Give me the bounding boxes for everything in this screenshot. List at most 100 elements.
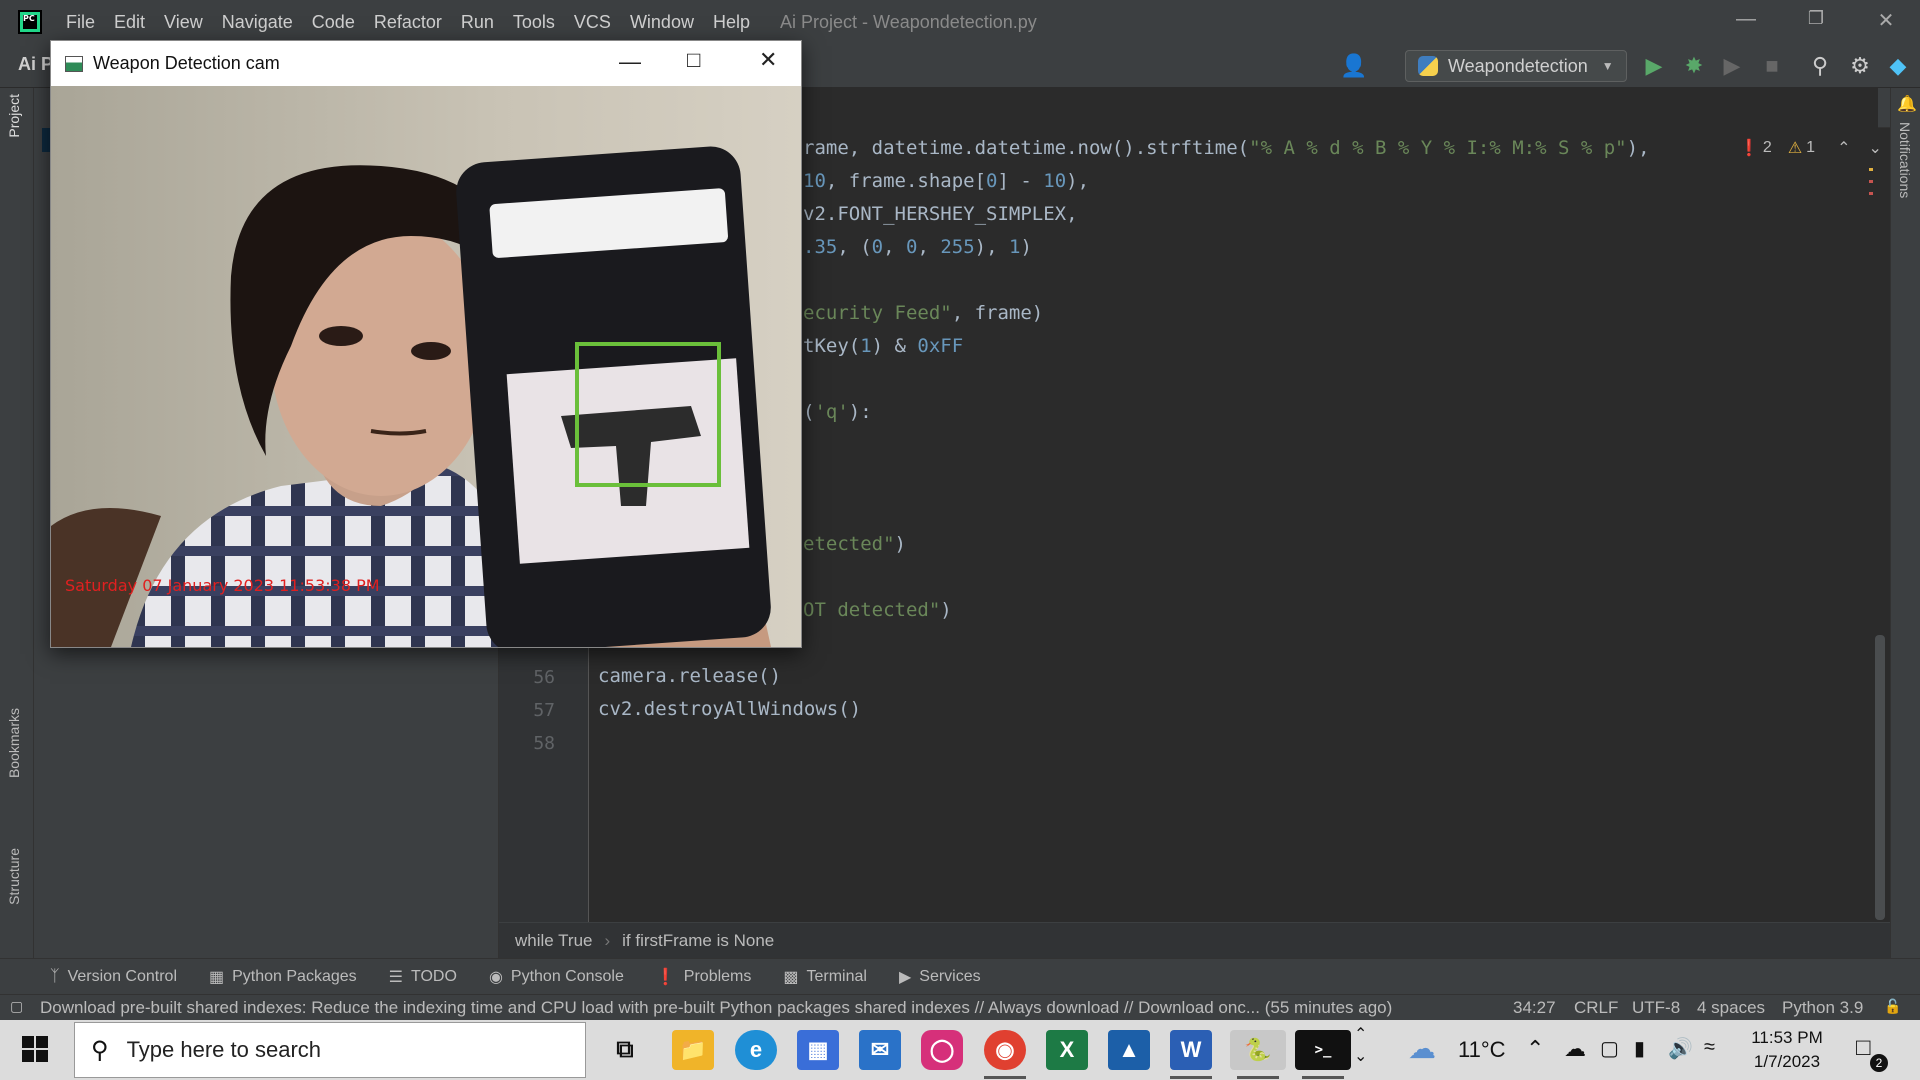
todo-tab[interactable]: ☰ TODO: [389, 967, 457, 987]
code-line[interactable]: tKey(1) & 0xFF: [803, 335, 963, 357]
menu-file[interactable]: File: [66, 12, 95, 33]
chevron-up-icon[interactable]: ⌃: [1526, 1036, 1544, 1062]
debug-icon[interactable]: ✸: [1680, 54, 1708, 78]
breadcrumb-item[interactable]: while True: [515, 931, 592, 951]
code-line[interactable]: etected"): [803, 533, 906, 555]
project-name[interactable]: Ai P: [18, 54, 53, 75]
cam-window-title: Weapon Detection cam: [93, 53, 280, 73]
menu-view[interactable]: View: [164, 12, 203, 33]
jetbrains-ai-icon[interactable]: ◆: [1884, 54, 1912, 78]
action-center-icon[interactable]: □: [1856, 1034, 1871, 1062]
error-marker[interactable]: [1869, 180, 1873, 183]
left-tool-strip: Project Bookmarks Structure: [0, 88, 34, 958]
taskbar-search-box[interactable]: ⚲ Type here to search: [74, 1022, 586, 1078]
file-encoding[interactable]: UTF-8: [1632, 998, 1680, 1018]
services-tab[interactable]: ▶ Services: [899, 967, 981, 987]
code-line[interactable]: ecurity Feed", frame): [803, 302, 1043, 324]
excel-icon[interactable]: X: [1046, 1030, 1088, 1070]
mail-icon[interactable]: ✉: [859, 1030, 901, 1070]
code-line[interactable]: rame, datetime.datetime.now().strftime("…: [803, 137, 1650, 159]
close-button[interactable]: ✕: [1866, 8, 1906, 33]
breadcrumb-item[interactable]: if firstFrame is None: [622, 931, 774, 951]
problems-tab[interactable]: ❗ Problems: [656, 967, 752, 987]
run-icon[interactable]: ▶: [1640, 54, 1668, 78]
menu-refactor[interactable]: Refactor: [374, 12, 442, 33]
cam-minimize-button[interactable]: —: [619, 49, 641, 75]
layout-toggle-icon[interactable]: ▢: [10, 998, 23, 1015]
notifications-tool-tab[interactable]: Notifications: [1897, 122, 1913, 198]
weapon-detection-window[interactable]: Weapon Detection cam — □ ✕ Saturday 07 J…: [50, 40, 802, 648]
menu-help[interactable]: Help: [713, 12, 750, 33]
error-marker[interactable]: [1869, 192, 1873, 195]
warning-marker[interactable]: [1869, 168, 1873, 171]
chevron-up-icon[interactable]: ⌃: [1837, 138, 1850, 158]
line-separator[interactable]: CRLF: [1574, 998, 1618, 1018]
cam-maximize-button[interactable]: □: [687, 47, 700, 73]
minimize-button[interactable]: —: [1726, 8, 1766, 31]
weather-temperature[interactable]: 11°C: [1458, 1037, 1506, 1063]
menu-code[interactable]: Code: [312, 12, 355, 33]
menu-run[interactable]: Run: [461, 12, 494, 33]
line-number[interactable]: 57: [505, 700, 555, 721]
code-line[interactable]: .35, (0, 0, 255), 1): [803, 236, 1032, 258]
code-line[interactable]: 10, frame.shape[0] - 10),: [803, 170, 1089, 192]
caret-position[interactable]: 34:27: [1513, 998, 1556, 1018]
indent-setting[interactable]: 4 spaces: [1697, 998, 1765, 1018]
code-line[interactable]: cv2.destroyAllWindows(): [598, 698, 861, 720]
inspection-widget[interactable]: ❗ 2 ⚠ 1 ⌃ ⌄: [1739, 138, 1882, 158]
user-icon[interactable]: 👤: [1340, 54, 1368, 78]
python-interpreter[interactable]: Python 3.9: [1782, 998, 1863, 1018]
pycharm-logo-icon[interactable]: PC: [18, 10, 42, 34]
menu-window[interactable]: Window: [630, 12, 694, 33]
terminal-tab[interactable]: ▩ Terminal: [783, 967, 867, 987]
volume-icon[interactable]: 🔊: [1668, 1036, 1693, 1061]
photos-icon[interactable]: ▲: [1108, 1030, 1150, 1070]
python-console-tab[interactable]: ◉ Python Console: [489, 967, 624, 987]
windows-start-icon[interactable]: [22, 1036, 48, 1062]
stop-icon[interactable]: ■: [1758, 54, 1786, 78]
editor-scrollbar[interactable]: [1875, 635, 1885, 920]
weather-cloud-icon[interactable]: ☁: [1408, 1032, 1436, 1065]
lock-icon[interactable]: 🔓: [1884, 998, 1901, 1015]
word-icon[interactable]: W: [1170, 1030, 1212, 1070]
menu-vcs[interactable]: VCS: [574, 12, 611, 33]
code-line[interactable]: ('q'):: [803, 401, 872, 423]
notifications-bell-icon[interactable]: 🔔: [1897, 94, 1917, 114]
bookmarks-tool-tab[interactable]: Bookmarks: [6, 708, 22, 778]
system-clock[interactable]: 11:53 PM 1/7/2023: [1742, 1026, 1832, 1074]
file-explorer-icon[interactable]: 📁: [672, 1030, 714, 1070]
code-line[interactable]: OT detected"): [803, 599, 952, 621]
restore-button[interactable]: ❐: [1796, 8, 1836, 29]
chrome-icon[interactable]: ◉: [984, 1030, 1026, 1070]
menu-edit[interactable]: Edit: [114, 12, 145, 33]
settings-gear-icon[interactable]: ⚙: [1846, 54, 1874, 78]
code-line[interactable]: v2.FONT_HERSHEY_SIMPLEX,: [803, 203, 1078, 225]
structure-tool-tab[interactable]: Structure: [6, 848, 22, 905]
battery-icon[interactable]: ▮: [1634, 1036, 1645, 1061]
tray-overflow-icon[interactable]: ⌃ ⌄: [1354, 1024, 1367, 1068]
coverage-icon[interactable]: ▶: [1718, 54, 1746, 78]
code-line[interactable]: camera.release(): [598, 665, 781, 687]
wifi-icon[interactable]: ≈: [1704, 1036, 1715, 1059]
python-packages-tab[interactable]: ▦ Python Packages: [209, 967, 357, 987]
edge-browser-icon[interactable]: e: [735, 1030, 777, 1070]
search-icon[interactable]: ⚲: [1806, 54, 1834, 78]
python-app-icon[interactable]: 🐍: [1230, 1030, 1286, 1070]
line-number[interactable]: 58: [505, 733, 555, 754]
terminal-app-icon[interactable]: >_: [1295, 1030, 1351, 1070]
task-view-icon[interactable]: ⧉: [604, 1030, 646, 1070]
run-configuration-selector[interactable]: Weapondetection ▼: [1405, 50, 1627, 82]
cam-close-button[interactable]: ✕: [759, 47, 777, 73]
chevron-down-icon[interactable]: ⌄: [1868, 138, 1881, 158]
menu-navigate[interactable]: Navigate: [222, 12, 293, 33]
instagram-icon[interactable]: ◯: [921, 1030, 963, 1070]
project-tool-tab[interactable]: Project: [6, 94, 22, 138]
menu-tools[interactable]: Tools: [513, 12, 555, 33]
status-message[interactable]: Download pre-built shared indexes: Reduc…: [40, 998, 1460, 1018]
microsoft-store-icon[interactable]: ▦: [797, 1030, 839, 1070]
line-number[interactable]: 56: [505, 667, 555, 688]
onedrive-icon[interactable]: ☁: [1564, 1036, 1586, 1062]
meet-now-icon[interactable]: ▢: [1600, 1036, 1619, 1061]
version-control-tab[interactable]: ᛉ Version Control: [50, 968, 177, 986]
cam-title-bar[interactable]: Weapon Detection cam — □ ✕: [51, 41, 801, 86]
